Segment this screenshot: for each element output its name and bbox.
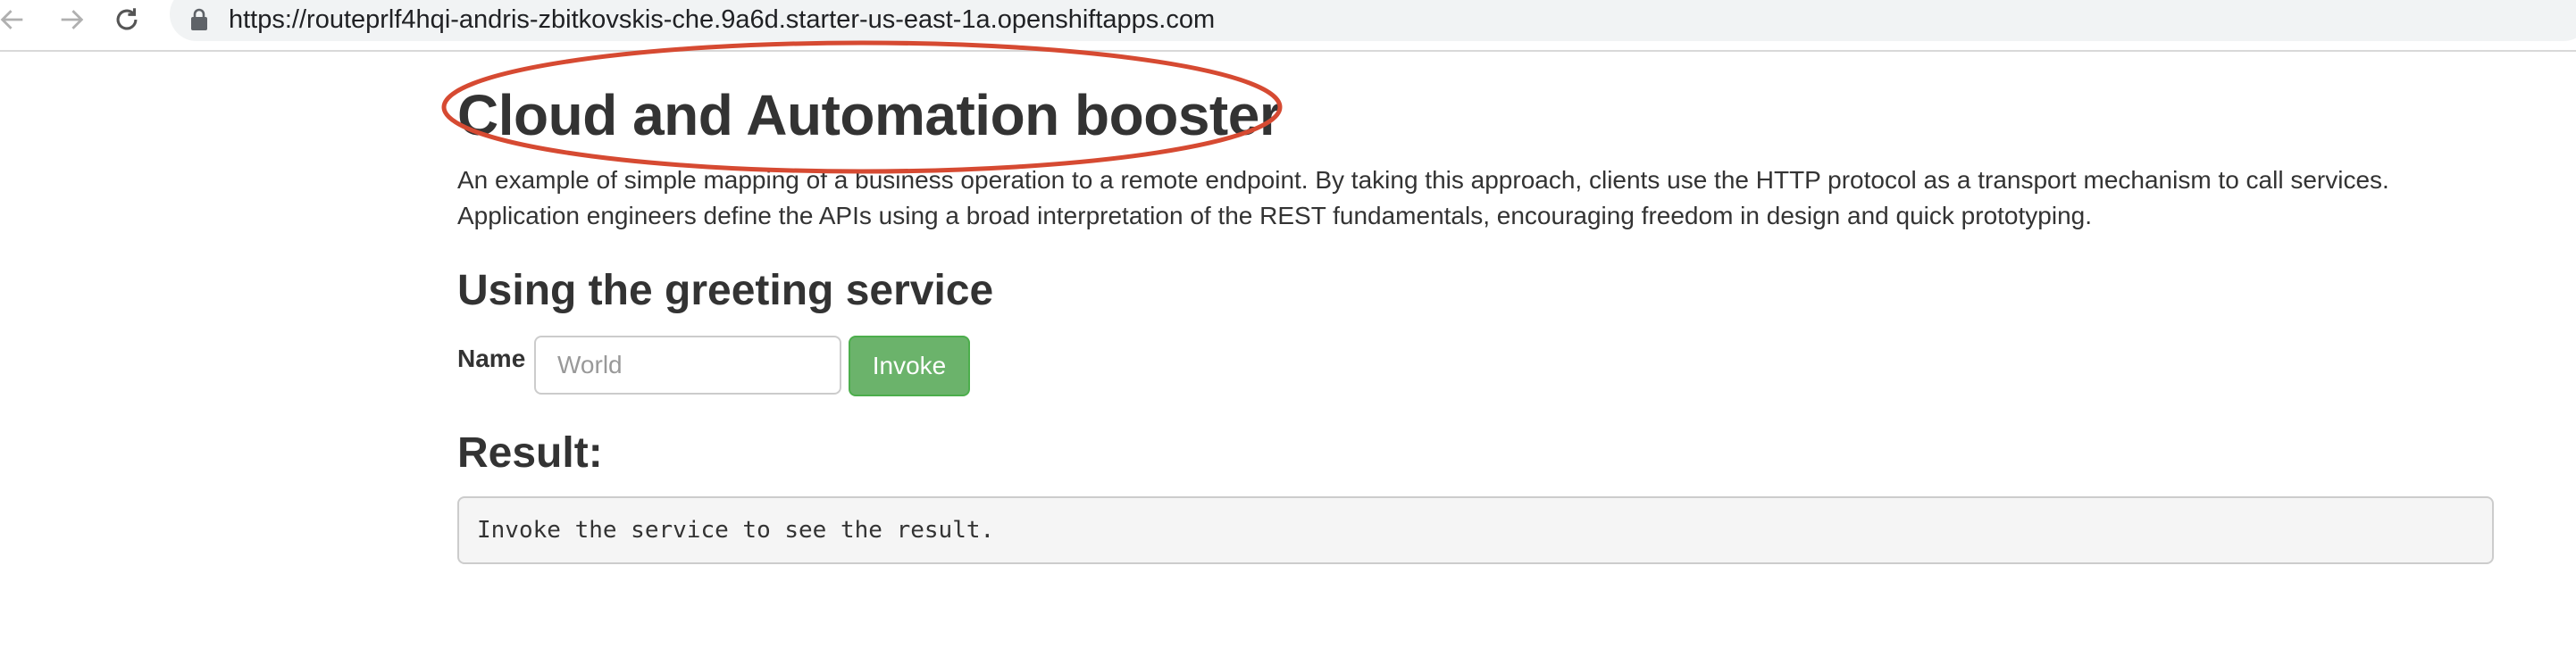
result-box: Invoke the service to see the result. — [457, 496, 2494, 564]
lock-icon — [191, 8, 207, 30]
forward-button[interactable] — [55, 4, 88, 36]
reload-icon — [116, 8, 138, 30]
arrow-left-icon — [0, 10, 23, 29]
reload-button[interactable] — [111, 4, 143, 36]
greeting-heading: Using the greeting service — [457, 267, 994, 314]
result-heading: Result: — [457, 429, 603, 477]
url-text[interactable]: https://routeprlf4hqi-andris-zbitkovskis… — [229, 2, 1215, 37]
arrow-right-icon — [61, 10, 84, 29]
title-annotation-ellipse — [441, 40, 1283, 174]
name-input[interactable] — [534, 336, 841, 395]
back-button[interactable] — [0, 4, 29, 36]
invoke-button[interactable]: Invoke — [849, 336, 970, 396]
browser-toolbar: https://routeprlf4hqi-andris-zbitkovskis… — [0, 0, 2576, 52]
name-label: Name — [457, 345, 526, 372]
